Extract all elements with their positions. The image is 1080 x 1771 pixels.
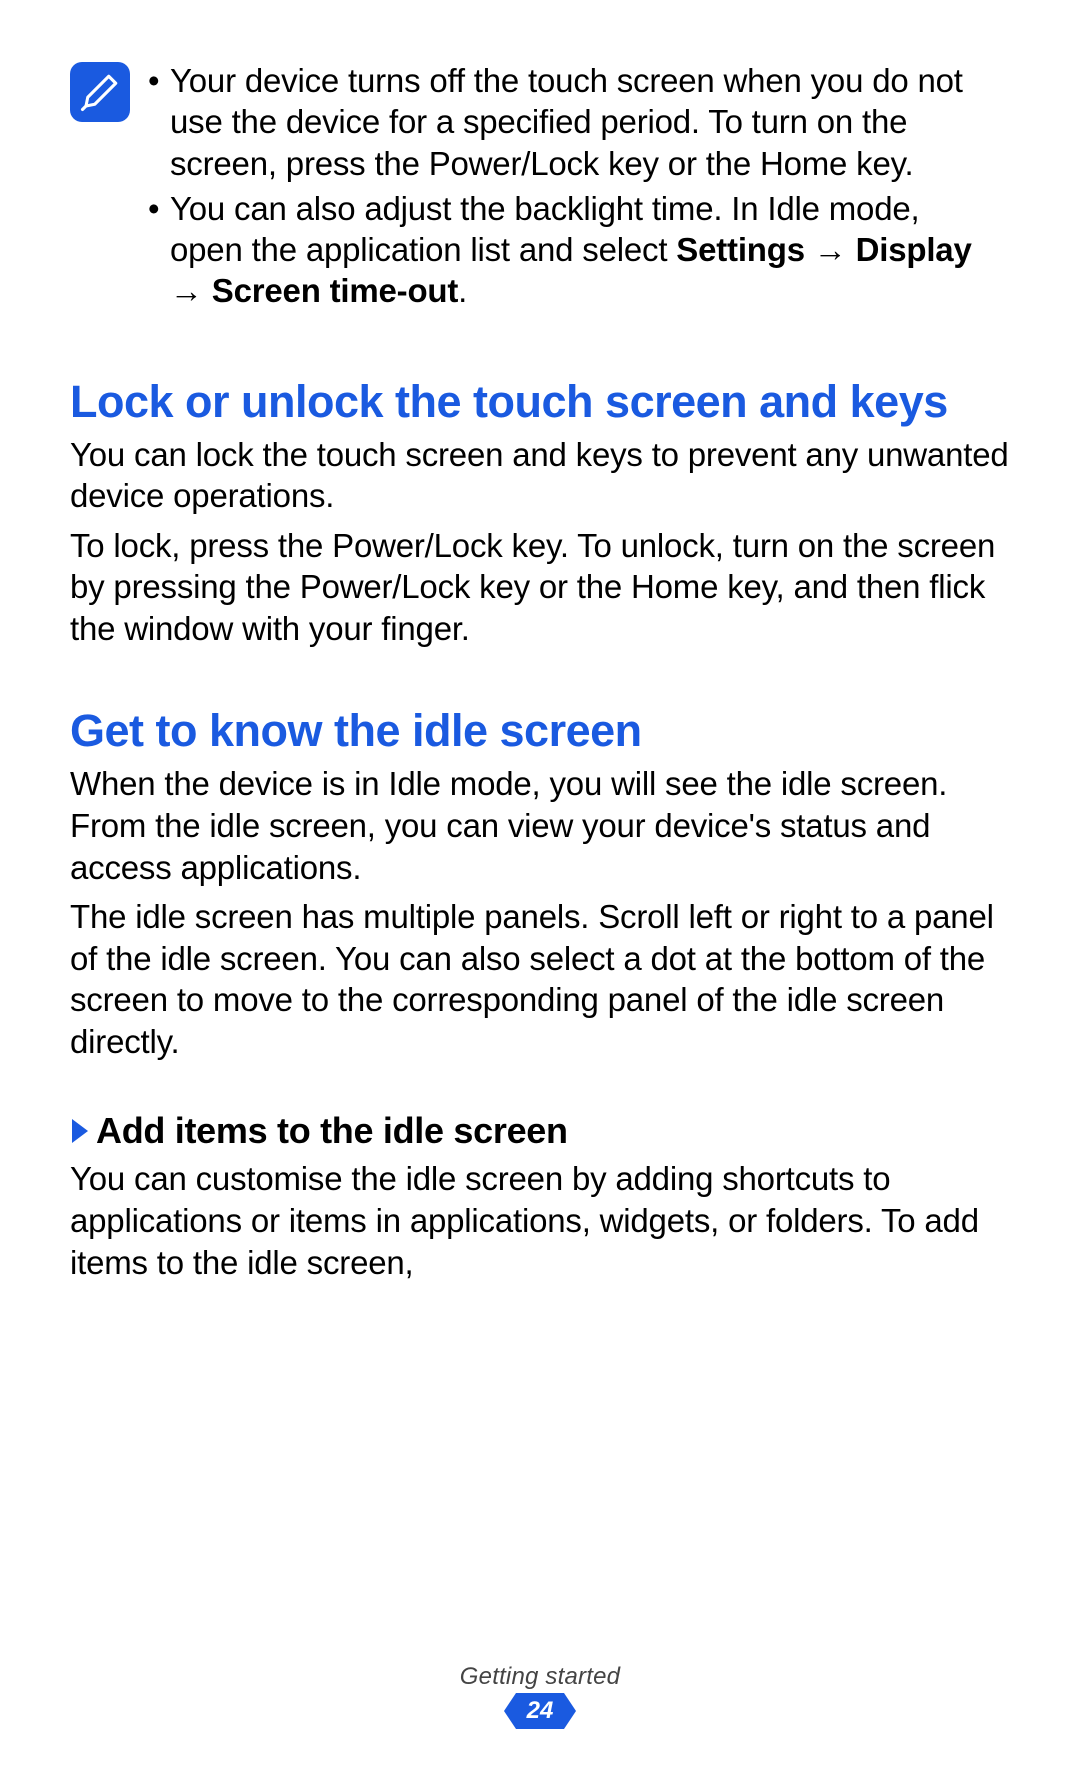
note-text: Your device turns off the touch screen w… [170, 60, 1000, 184]
bold-text: Display [856, 231, 972, 268]
section-heading-idle: Get to know the idle screen [70, 705, 1010, 757]
bold-text: Screen time-out [212, 272, 458, 309]
note-block: • Your device turns off the touch screen… [70, 60, 1010, 316]
body-paragraph: When the device is in Idle mode, you wil… [70, 763, 1010, 888]
note-bullet: • You can also adjust the backlight time… [148, 188, 1000, 312]
subsection-title: Add items to the idle screen [96, 1110, 568, 1152]
note-bullets: • Your device turns off the touch screen… [148, 60, 1010, 316]
pencil-note-icon [70, 62, 130, 122]
body-paragraph: The idle screen has multiple panels. Scr… [70, 896, 1010, 1062]
caret-right-icon [70, 1117, 90, 1145]
note-text: You can also adjust the backlight time. … [170, 188, 1000, 312]
page-content: • Your device turns off the touch screen… [0, 0, 1080, 1283]
section-idle: Get to know the idle screen When the dev… [70, 705, 1010, 1283]
footer-section-label: Getting started [0, 1663, 1080, 1691]
note-bullet: • Your device turns off the touch screen… [148, 60, 1000, 184]
body-paragraph: To lock, press the Power/Lock key. To un… [70, 525, 1010, 650]
bullet-dot: • [148, 188, 170, 312]
body-paragraph: You can lock the touch screen and keys t… [70, 434, 1010, 517]
page-footer: Getting started 24 [0, 1663, 1080, 1729]
page-number-badge: 24 [0, 1693, 1080, 1729]
bold-text: Settings [676, 231, 805, 268]
section-heading-lock: Lock or unlock the touch screen and keys [70, 376, 1010, 428]
page-number: 24 [516, 1693, 564, 1729]
subsection-add-items: Add items to the idle screen [70, 1110, 1010, 1152]
body-paragraph: You can customise the idle screen by add… [70, 1158, 1010, 1283]
bullet-dot: • [148, 60, 170, 184]
